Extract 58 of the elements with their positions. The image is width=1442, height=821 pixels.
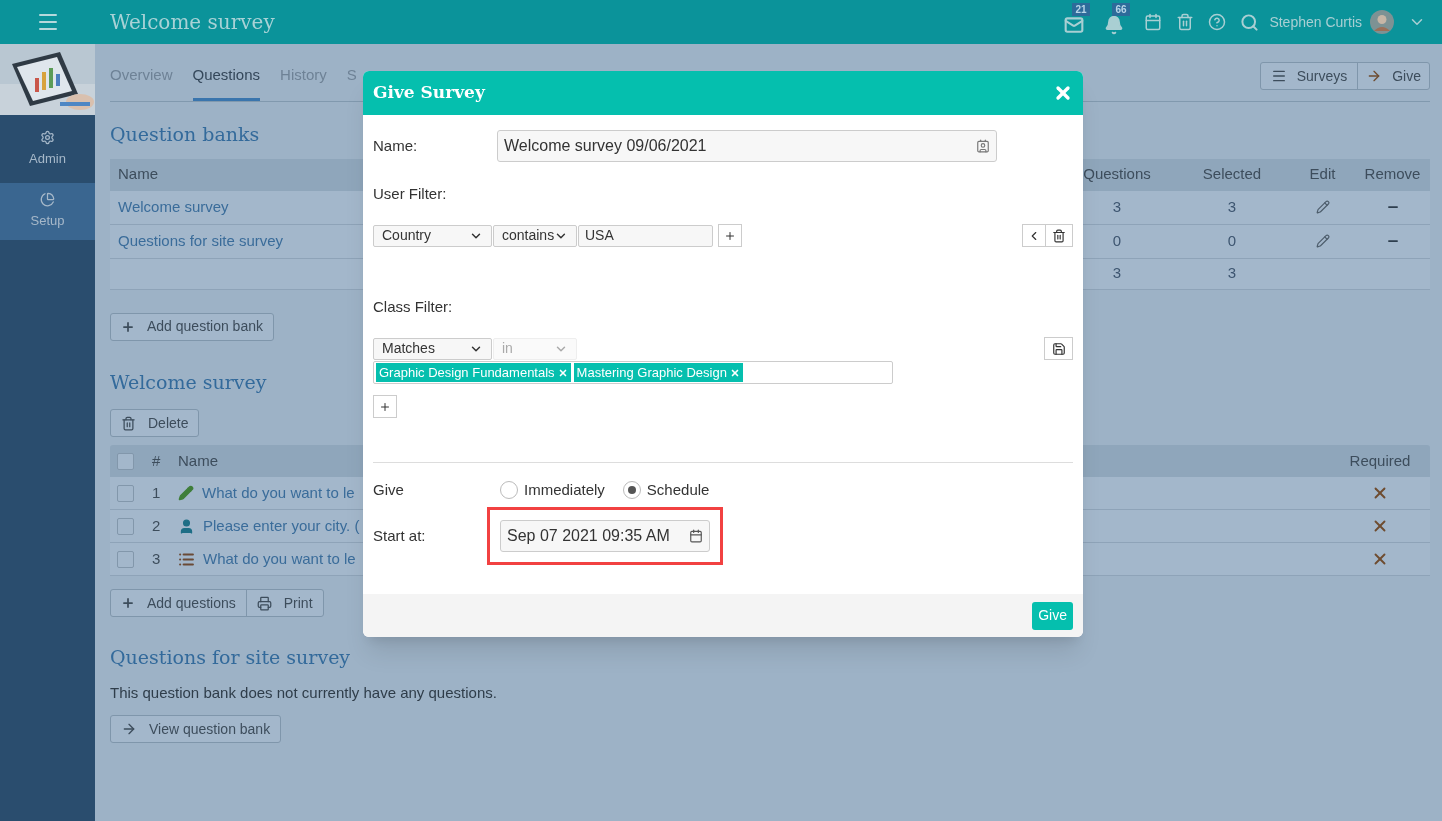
add-bank-button[interactable]: Add question bank [110, 312, 274, 341]
class-tag[interactable]: Mastering Graphic Design [573, 363, 743, 382]
section-heading: Question banks [110, 122, 260, 147]
give-submit-button[interactable]: Give [1032, 601, 1073, 630]
column-header: # [151, 450, 162, 471]
table-cell-text: 3 [1112, 263, 1122, 284]
column-header: Name [178, 450, 219, 471]
field-label: Give [373, 479, 405, 500]
notification-count: 66 [1112, 3, 1130, 16]
sidebar-item[interactable]: Setup [0, 183, 95, 240]
field-label: User Filter: [373, 184, 448, 204]
field-label: Name: [373, 135, 419, 156]
question-link[interactable]: What do you want to le [202, 481, 355, 505]
class-tag[interactable]: Graphic Design Fundamentals [376, 363, 571, 382]
add-questions-button[interactable]: Add questions [111, 590, 247, 616]
table-cell-text: 0 [1112, 230, 1122, 251]
operator-select[interactable]: contains [493, 224, 577, 247]
column-header: Selected [1202, 164, 1262, 185]
name-field[interactable]: Welcome survey 09/06/2021 [497, 130, 997, 162]
section-heading: Welcome survey [110, 369, 267, 395]
empty-message: This question bank does not currently have any questions. [110, 682, 498, 703]
column-header: Questions [1083, 164, 1151, 185]
radio-option[interactable]: Immediately [500, 478, 605, 502]
field-label: Start at: [373, 525, 427, 546]
print-button[interactable]: Print [246, 590, 323, 616]
column-header: Edit [1309, 164, 1336, 185]
row-number: 1 [151, 482, 162, 503]
question-link[interactable]: Please enter your city. ( [203, 514, 360, 538]
page-title: Welcome survey [110, 9, 275, 36]
give-button[interactable]: Give [1358, 63, 1429, 89]
column-header: Required [1349, 450, 1411, 471]
bank-link[interactable]: Welcome survey [110, 195, 229, 219]
surveys-button[interactable]: Surveys [1260, 63, 1359, 89]
table-cell-text: 3 [1227, 263, 1237, 284]
row-number: 2 [151, 515, 162, 536]
start-date-field[interactable]: Sep 07 2021 09:35 AM [500, 520, 710, 552]
class-tags-field[interactable]: Graphic Design Fundamentals Mastering Graphic Design [373, 361, 893, 384]
user-name[interactable]: Stephen Curtis [1269, 11, 1362, 33]
field-select[interactable]: Country [373, 224, 492, 247]
row-number: 3 [151, 548, 162, 569]
table-cell-text: 3 [1112, 196, 1122, 217]
tab[interactable]: Questions [192, 63, 261, 101]
dialog-title: Give Survey [373, 81, 485, 105]
field-label: Class Filter: [373, 297, 454, 317]
question-link[interactable]: What do you want to le [203, 547, 356, 571]
filter-value-field[interactable]: USA [578, 224, 713, 247]
table-cell-text: 0 [1227, 230, 1237, 251]
match-select[interactable]: Matches [373, 337, 492, 360]
radio-option[interactable]: Schedule [622, 478, 710, 502]
sidebar-item[interactable]: Admin [0, 115, 95, 183]
column-header: Name [117, 164, 159, 185]
table-cell-text: 3 [1227, 196, 1237, 217]
view-bank-button[interactable]: View question bank [110, 715, 282, 743]
section-heading: Questions for site survey [110, 645, 351, 670]
mail-count: 21 [1072, 3, 1090, 16]
delete-button[interactable]: Delete [110, 409, 200, 437]
column-header: Remove [1364, 164, 1421, 185]
bank-link[interactable]: Questions for site survey [110, 229, 284, 253]
